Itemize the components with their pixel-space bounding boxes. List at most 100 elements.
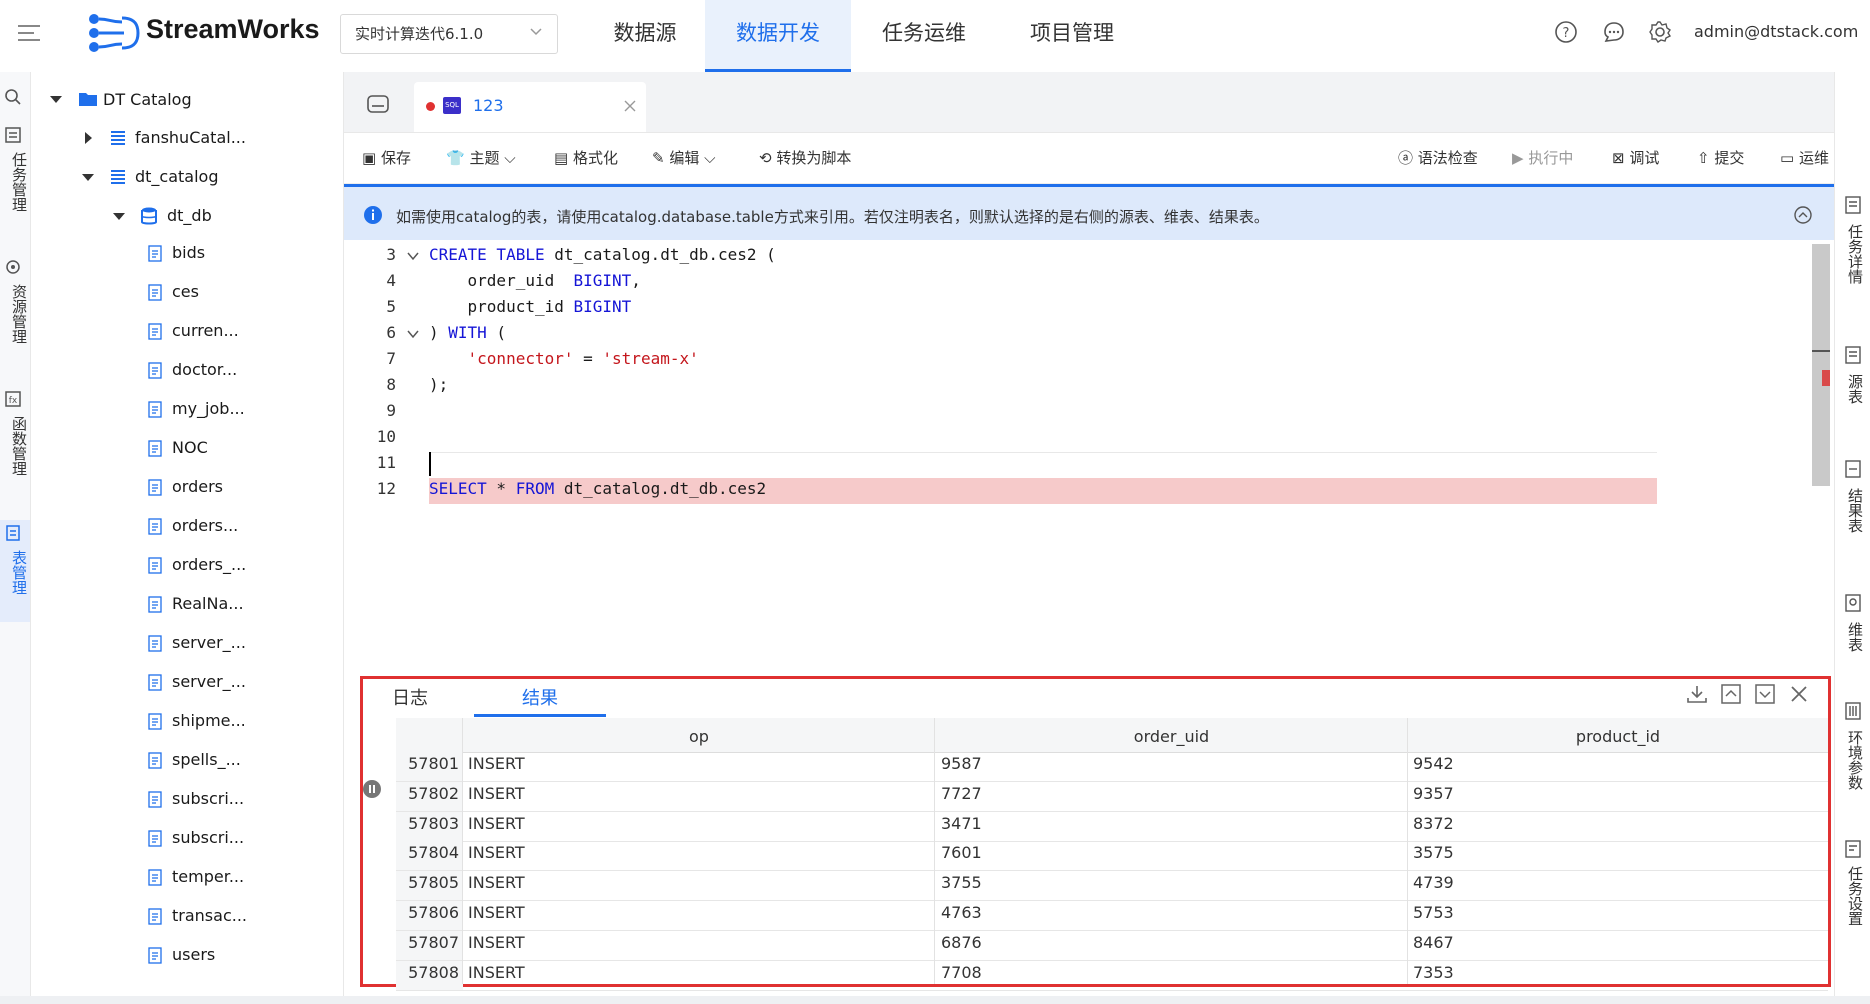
tree-table-item[interactable]: doctor... xyxy=(172,358,237,382)
tree-table-item[interactable]: orders... xyxy=(172,514,238,538)
edit-button[interactable]: ✎ 编辑 ⌵ xyxy=(652,147,716,168)
nav-project-management[interactable]: 项目管理 xyxy=(1008,0,1136,72)
cell-order-uid: 9587 xyxy=(941,754,982,773)
tree-table-item[interactable]: temper... xyxy=(172,865,244,889)
right-rail-task-detail[interactable]: 任务详情 xyxy=(1844,224,1864,284)
fold-chevron-icon[interactable] xyxy=(406,328,420,340)
code-line-8: ); xyxy=(429,375,449,394)
cell-product-id: 3575 xyxy=(1413,843,1454,863)
tree-table-item[interactable]: orders xyxy=(172,475,223,499)
table-header-op[interactable]: op xyxy=(463,718,935,753)
right-rail-task-settings[interactable]: 任务设置 xyxy=(1844,866,1864,926)
table-row[interactable] xyxy=(396,961,1828,991)
collapse-banner-icon[interactable] xyxy=(1794,206,1812,224)
fold-chevron-icon[interactable] xyxy=(406,250,420,262)
tree-catalog-fanshu[interactable]: fanshuCatal... xyxy=(135,126,246,150)
theme-button[interactable]: 👕 主题 ⌵ xyxy=(446,147,516,168)
tree-table-item[interactable]: subscri... xyxy=(172,826,244,850)
expand-caret-icon[interactable] xyxy=(82,174,94,181)
tree-table-item[interactable]: subscri... xyxy=(172,787,244,811)
tree-table-item[interactable]: NOC xyxy=(172,436,208,460)
rail-item-resource-manage[interactable]: 资源管理 xyxy=(2,284,28,344)
editor-scrollbar[interactable] xyxy=(1812,244,1830,486)
tree-table-item[interactable]: shipme... xyxy=(172,709,246,733)
tree-catalog-dt[interactable]: dt_catalog xyxy=(135,165,219,189)
table-row[interactable] xyxy=(396,812,1828,842)
tree-table-item[interactable]: RealNa... xyxy=(172,592,244,616)
home-tab-icon[interactable] xyxy=(366,94,390,114)
minimize-panel-icon[interactable] xyxy=(1755,684,1775,704)
syntax-icon: ⓐ xyxy=(1398,149,1418,167)
tree-table-item[interactable]: spells_... xyxy=(172,748,241,772)
right-rail-result-table[interactable]: 结果表 xyxy=(1844,488,1864,533)
rail-item-function-manage[interactable]: 函数管理 xyxy=(2,416,28,476)
table-header-product-id[interactable]: product_id xyxy=(1408,718,1828,753)
table-row[interactable] xyxy=(396,901,1828,931)
tree-table-item[interactable]: bids xyxy=(172,241,205,265)
table-row[interactable] xyxy=(396,841,1828,871)
table-row[interactable] xyxy=(396,871,1828,901)
project-select[interactable]: 实时计算迭代6.1.0 xyxy=(340,14,558,54)
tree-table-item[interactable]: server_... xyxy=(172,631,246,655)
table-row[interactable] xyxy=(396,931,1828,961)
table-file-icon xyxy=(148,440,162,457)
ops-button[interactable]: ▭ 运维 xyxy=(1780,147,1829,168)
menu-toggle-icon[interactable] xyxy=(16,20,42,46)
help-icon[interactable]: ? xyxy=(1554,20,1578,44)
rail-item-table-manage[interactable]: 表管理 xyxy=(2,550,28,595)
unsaved-dot-icon xyxy=(426,102,435,111)
database-icon xyxy=(141,207,157,225)
row-index: 57803 xyxy=(396,811,463,842)
close-tab-icon[interactable] xyxy=(624,100,636,112)
expand-caret-icon[interactable] xyxy=(50,96,62,103)
tree-table-item[interactable]: users xyxy=(172,943,215,967)
tree-table-item[interactable]: transac... xyxy=(172,904,247,928)
table-header-order-uid[interactable]: order_uid xyxy=(935,718,1408,753)
cell-product-id: 9357 xyxy=(1413,783,1454,803)
user-account[interactable]: admin@dtstack.com xyxy=(1694,22,1858,41)
tree-table-item[interactable]: orders_... xyxy=(172,553,246,577)
close-panel-icon[interactable] xyxy=(1790,685,1808,703)
nav-task-ops[interactable]: 任务运维 xyxy=(860,0,988,72)
pause-icon[interactable] xyxy=(363,780,381,798)
search-icon[interactable] xyxy=(4,88,22,106)
column-divider xyxy=(462,718,463,984)
maximize-panel-icon[interactable] xyxy=(1721,684,1741,704)
submit-button[interactable]: ⇧ 提交 xyxy=(1697,147,1744,168)
format-button[interactable]: ▤ 格式化 xyxy=(554,147,618,168)
tree-table-item[interactable]: server_... xyxy=(172,670,246,694)
table-file-icon xyxy=(148,791,162,808)
tab-result[interactable]: 结果 xyxy=(522,684,558,710)
download-icon[interactable] xyxy=(1686,684,1708,704)
convert-to-script-button[interactable]: ⟲ 转换为脚本 xyxy=(759,147,851,168)
tree-table-item[interactable]: ces xyxy=(172,280,199,304)
right-rail-dimension-table[interactable]: 维表 xyxy=(1844,622,1864,652)
table-file-icon xyxy=(148,947,162,964)
running-button[interactable]: ▶ 执行中 xyxy=(1512,147,1573,168)
nav-datasource[interactable]: 数据源 xyxy=(590,0,700,72)
expand-caret-icon[interactable] xyxy=(113,213,125,220)
cell-op: INSERT xyxy=(468,754,525,773)
table-row[interactable] xyxy=(396,752,1828,782)
line-number: 4 xyxy=(386,271,396,290)
shirt-icon: 👕 xyxy=(446,149,470,167)
table-file-icon xyxy=(148,869,162,886)
syntax-check-button[interactable]: ⓐ 语法检查 xyxy=(1398,147,1478,168)
message-icon[interactable] xyxy=(1602,20,1626,44)
tree-db[interactable]: dt_db xyxy=(167,204,212,228)
table-row[interactable] xyxy=(396,782,1828,812)
rail-item-task-manage[interactable]: 任务管理 xyxy=(2,152,28,212)
convert-icon: ⟲ xyxy=(759,149,777,167)
tab-log[interactable]: 日志 xyxy=(392,684,428,710)
collapsed-caret-icon[interactable] xyxy=(85,132,92,144)
nav-data-development[interactable]: 数据开发 xyxy=(705,0,851,72)
gear-icon[interactable] xyxy=(1648,20,1672,44)
right-rail-env-params[interactable]: 环境参数 xyxy=(1844,730,1864,790)
debug-button[interactable]: ⊠ 调试 xyxy=(1612,147,1659,168)
tree-table-item[interactable]: curren... xyxy=(172,319,239,343)
right-rail-source-table[interactable]: 源表 xyxy=(1844,374,1864,404)
tree-root[interactable]: DT Catalog xyxy=(103,88,192,112)
tree-table-item[interactable]: my_job... xyxy=(172,397,245,421)
save-button[interactable]: ▣ 保存 xyxy=(362,147,411,168)
row-index: 57801 xyxy=(396,752,463,782)
